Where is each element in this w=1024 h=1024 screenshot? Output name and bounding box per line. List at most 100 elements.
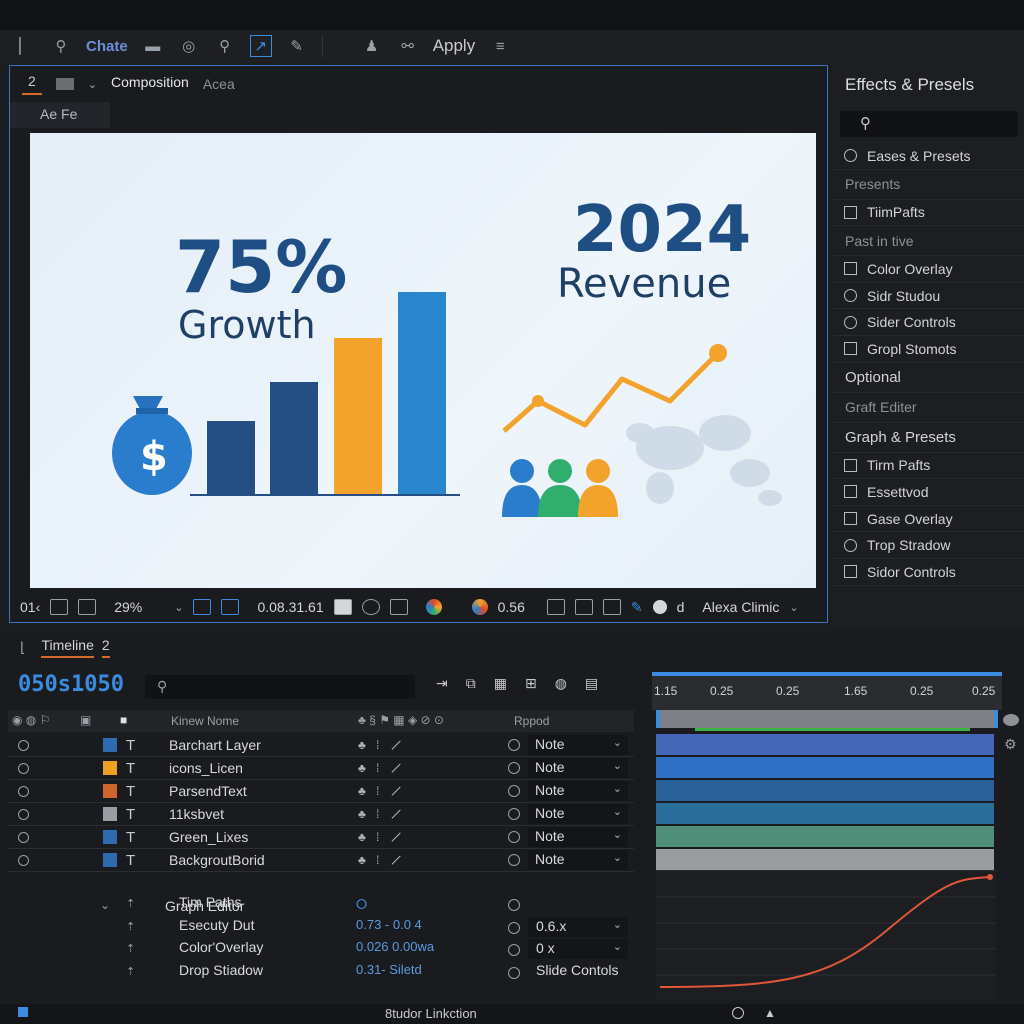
av-switches-icon[interactable]: ◉ ◍ ⚐ (12, 713, 50, 727)
effects-search-input[interactable]: ⚲ (840, 111, 1018, 137)
camera-icon[interactable] (574, 599, 593, 615)
layer-row[interactable]: T Green_Lixes ♣ ⁞ Note ⌄ (8, 826, 634, 850)
frame-blend-icon[interactable]: ⊞ (525, 675, 537, 692)
effects-item[interactable]: Sider Controls (832, 309, 1024, 336)
label-color-swatch[interactable] (103, 830, 117, 844)
layer-track-bar[interactable] (656, 734, 994, 755)
tab-extra[interactable]: Acea (203, 76, 235, 92)
effects-item[interactable]: TiimPafts (832, 200, 1024, 227)
property-value[interactable]: 0.73 - 0.0 4 (356, 917, 422, 932)
comment-icon[interactable] (1003, 714, 1019, 726)
effects-item[interactable]: Color Overlay (832, 256, 1024, 283)
shy-switch-icon[interactable]: ♣ (358, 830, 366, 844)
effects-item[interactable]: Trop Stradow (832, 532, 1024, 559)
pen-tool-icon[interactable]: ◎ (178, 35, 200, 57)
quality-switch-icon[interactable] (391, 832, 409, 850)
effects-section-header[interactable]: Graph & Presets (832, 423, 1024, 453)
composition-color-swatch[interactable] (55, 78, 74, 90)
apply-button[interactable]: Apply (433, 36, 476, 56)
draft-3d-icon[interactable]: ▦ (494, 675, 507, 692)
timeline-tab-number[interactable]: 2 (101, 637, 110, 658)
visibility-eye-icon[interactable] (18, 831, 29, 843)
graph-property-row[interactable]: ⇡ Drop Stiadow 0.31- Siletd Slide Contols (8, 962, 634, 985)
quality-switch-icon[interactable] (391, 855, 409, 873)
selection-tool-icon[interactable]: ↗ (249, 35, 272, 57)
motion-blur-icon[interactable]: ◍ (555, 675, 567, 692)
visibility-eye-icon[interactable] (18, 854, 29, 866)
exposure-value[interactable]: 0.56 (498, 599, 525, 615)
label-color-swatch[interactable] (103, 784, 117, 798)
shy-switch-icon[interactable]: ♣ (358, 784, 366, 798)
parent-select[interactable]: Note ⌄ (528, 850, 628, 870)
parent-select[interactable]: Note ⌄ (528, 827, 628, 847)
layer-track-bar[interactable] (656, 826, 994, 847)
menu-icon[interactable]: ≡ (489, 35, 511, 57)
graph-property-row[interactable]: ⇡ Color'Overlay 0.026 0.00wa 0 x ⌄ (8, 939, 634, 962)
effects-item[interactable]: Gase Overlay (832, 506, 1024, 533)
safe-zones-icon[interactable] (78, 599, 97, 615)
quality-switch-icon[interactable] (391, 786, 409, 804)
parent-select[interactable]: Note ⌄ (528, 804, 628, 824)
chevron-down-icon[interactable]: ⌄ (174, 601, 183, 614)
composition-canvas[interactable]: 75% Growth 2024 Revenue $ (30, 133, 816, 588)
show-snapshot-icon[interactable] (361, 599, 380, 615)
chevron-down-icon[interactable]: ⌄ (789, 601, 798, 614)
graph-property-row[interactable]: ⇡ Esecuty Dut 0.73 - 0.0 4 0.6.x ⌄ (8, 916, 634, 940)
property-value[interactable]: 0.31- Siletd (356, 962, 422, 977)
shy-switch-icon[interactable]: ♣ (358, 738, 366, 752)
label-color-swatch[interactable] (103, 738, 117, 752)
parent-pickwhip-icon[interactable] (508, 966, 520, 979)
chate-button[interactable]: Chate (86, 38, 128, 55)
link-icon[interactable]: ⚯ (397, 35, 419, 57)
region-icon[interactable] (221, 599, 240, 615)
layer-name[interactable]: ParsendText (169, 783, 247, 799)
pen-icon[interactable]: ✎ (631, 599, 643, 616)
visibility-eye-icon[interactable] (18, 762, 29, 774)
status-icon[interactable] (18, 1007, 28, 1017)
parent-pickwhip-icon[interactable] (508, 899, 520, 911)
shy-switch-icon[interactable]: ♣ (358, 807, 366, 821)
layer-name[interactable]: icons_Licen (169, 760, 243, 776)
switches-header-icon[interactable]: ♣ § ⚑ ▦ ◈ ⊘ ⊙ (358, 713, 444, 727)
user-icon[interactable]: ▲ (764, 1006, 776, 1020)
timecode-display[interactable]: 0.08.31.61 (257, 599, 323, 615)
property-select-label[interactable]: Slide Contols (536, 962, 619, 978)
effects-section-header[interactable]: Presents (832, 170, 1024, 200)
gear-icon[interactable]: ⚙ (1004, 736, 1017, 753)
channel-icon[interactable] (389, 599, 408, 615)
label-color-swatch[interactable] (103, 807, 117, 821)
keyframe-icon[interactable]: ⭘ (356, 896, 367, 913)
layer-name[interactable]: BackgroutBorid (169, 852, 265, 868)
effects-item[interactable]: Essettvod (832, 479, 1024, 506)
visibility-eye-icon[interactable] (18, 808, 29, 820)
tab-timeline[interactable]: Timeline (41, 637, 94, 658)
camera-select[interactable]: Alexa Climic (702, 599, 779, 615)
quality-switch-icon[interactable] (391, 740, 409, 758)
layer-name-header[interactable]: Kinew Nome (171, 714, 239, 728)
collapse-switch-icon[interactable]: ⁞ (376, 853, 379, 867)
rectangle-tool-icon[interactable]: ▬ (142, 35, 164, 57)
collapse-switch-icon[interactable]: ⁞ (376, 738, 379, 752)
shy-switch-icon[interactable]: ♣ (358, 761, 366, 775)
keyframe-nav-icon[interactable]: ⇥ (436, 675, 448, 692)
collapse-switch-icon[interactable]: ⁞ (376, 761, 379, 775)
parent-pickwhip-icon[interactable] (508, 831, 520, 843)
views-icon[interactable] (602, 599, 621, 615)
exposure-icon[interactable] (471, 599, 488, 615)
graph-editor-icon[interactable]: ▤ (585, 675, 598, 692)
layer-track-bar[interactable] (656, 757, 994, 778)
chevron-down-icon[interactable]: ⌄ (88, 78, 97, 91)
composition-subtab[interactable]: Ae Fe (10, 102, 110, 128)
zoom-select[interactable]: 29% (114, 599, 164, 615)
lock-icon[interactable]: ▣ (80, 713, 91, 727)
current-timecode[interactable]: 050s1050 (18, 672, 124, 697)
time-ruler[interactable]: 1.15 0.25 0.25 1.65 0.25 0.25 (652, 672, 1002, 710)
collapse-switch-icon[interactable]: ⁞ (376, 807, 379, 821)
effects-section-header[interactable]: Past in tive (832, 226, 1024, 257)
quality-switch-icon[interactable] (391, 763, 409, 781)
layer-row[interactable]: T Barchart Layer ♣ ⁞ Note ⌄ (8, 734, 634, 758)
graph-editor-area[interactable] (656, 870, 996, 1000)
view-icon[interactable] (652, 600, 667, 614)
brush-tool-icon[interactable]: ✎ (286, 35, 308, 57)
puppet-tool-icon[interactable]: ⚲ (214, 35, 236, 57)
